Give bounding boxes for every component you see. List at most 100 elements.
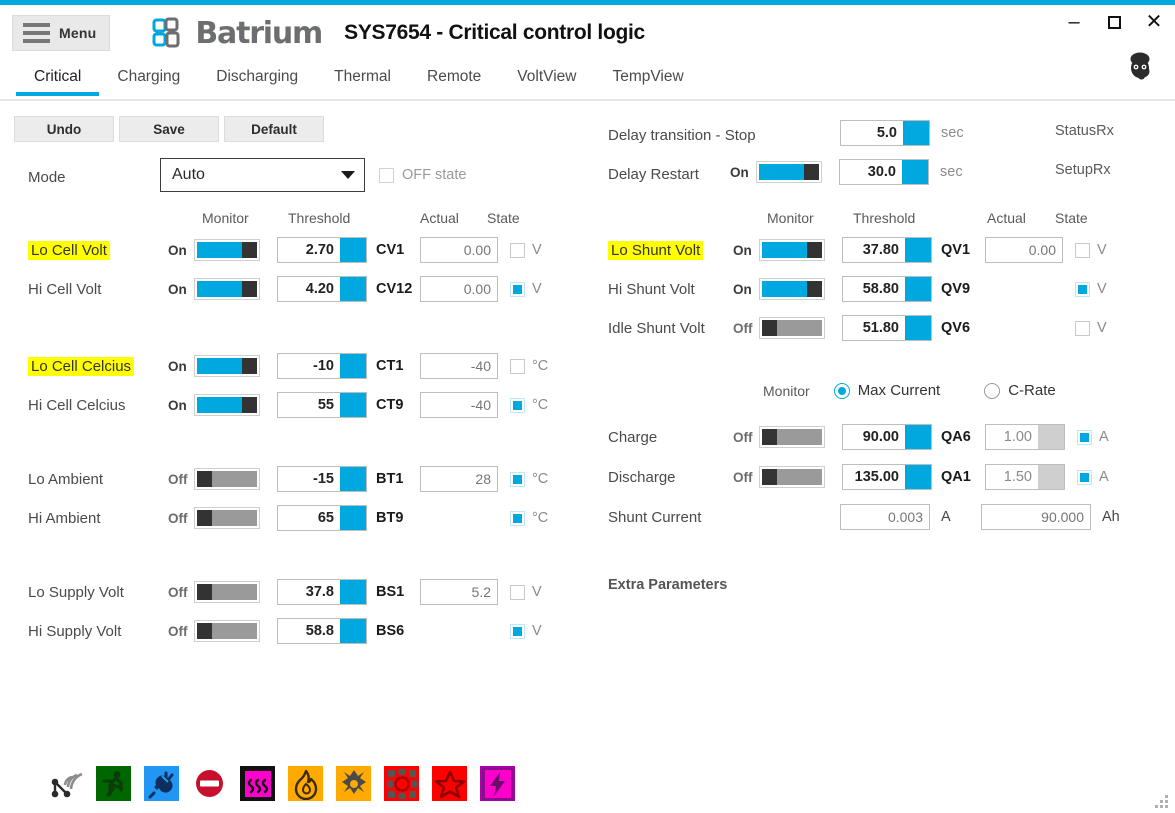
hamburger-icon (23, 23, 50, 43)
no-entry-icon[interactable] (192, 766, 227, 801)
tab-discharging[interactable]: Discharging (198, 61, 316, 96)
threshold-input[interactable]: -10 (277, 353, 367, 379)
spinner-icon[interactable] (905, 425, 931, 449)
monitor-toggle[interactable] (194, 468, 260, 490)
spinner-icon[interactable] (902, 160, 928, 184)
close-icon[interactable]: ✕ (1143, 11, 1165, 33)
spinner-icon[interactable] (905, 465, 931, 489)
snowflake-icon[interactable] (336, 766, 371, 801)
mode-dropdown[interactable]: Auto (160, 158, 365, 192)
menu-button[interactable]: Menu (12, 15, 111, 51)
threshold-input[interactable]: 51.80 (842, 315, 932, 341)
monitor-toggle[interactable] (194, 620, 260, 642)
row-lo-cell-celcius-controls: On -10 CT1 -40 °C (168, 351, 548, 381)
alarm-target-icon[interactable] (384, 766, 419, 801)
spinner-icon[interactable] (905, 238, 931, 262)
monitor-toggle[interactable] (194, 394, 260, 416)
spinner-icon[interactable] (903, 121, 929, 145)
save-button[interactable]: Save (119, 116, 219, 142)
row-label: Hi Supply Volt (28, 622, 122, 640)
radio-c-rate[interactable] (984, 382, 1001, 399)
monitor-toggle[interactable] (759, 426, 825, 448)
spinner-icon[interactable] (340, 580, 366, 604)
power-plug-icon[interactable] (144, 766, 179, 801)
resize-grip[interactable] (1155, 795, 1169, 809)
minimize-icon[interactable]: – (1063, 11, 1085, 33)
monitor-toggle[interactable] (759, 466, 825, 488)
spinner-icon[interactable] (1038, 465, 1064, 489)
spinner-icon[interactable] (340, 238, 366, 262)
tab-thermal[interactable]: Thermal (316, 61, 409, 96)
off-state-checkbox[interactable] (379, 167, 394, 183)
tab-critical[interactable]: Critical (16, 61, 100, 96)
threshold-input[interactable]: 55 (277, 392, 367, 418)
tab-charging[interactable]: Charging (99, 61, 198, 96)
spinner-icon[interactable] (905, 316, 931, 340)
threshold-input[interactable]: 90.00 (842, 424, 932, 450)
star-icon[interactable] (432, 766, 467, 801)
threshold-input[interactable]: 37.80 (842, 237, 932, 263)
actual-value: 0.00 (420, 276, 498, 302)
menu-button-label: Menu (59, 25, 97, 41)
flame-icon[interactable] (288, 766, 323, 801)
row-code: QA6 (941, 429, 971, 445)
spinner-icon[interactable] (905, 277, 931, 301)
tab-remote[interactable]: Remote (409, 61, 499, 96)
shunt-current-amps-unit: A (941, 509, 951, 525)
spinner-icon[interactable] (340, 393, 366, 417)
lightning-bolt-icon[interactable] (480, 766, 515, 801)
default-button[interactable]: Default (224, 116, 324, 142)
spinner-icon[interactable] (340, 354, 366, 378)
row-label: Hi Ambient (28, 509, 101, 527)
state-group: °C (510, 510, 548, 526)
running-person-icon[interactable] (96, 766, 131, 801)
spinner-icon[interactable] (340, 506, 366, 530)
monitor-toggle[interactable] (759, 278, 825, 300)
threshold-input[interactable]: 65 (277, 505, 367, 531)
threshold-input[interactable]: 135.00 (842, 464, 932, 490)
monitor-toggle[interactable] (194, 507, 260, 529)
spinner-icon[interactable] (340, 467, 366, 491)
spinner-icon[interactable] (340, 277, 366, 301)
spinner-icon[interactable] (340, 619, 366, 643)
spinner-icon[interactable] (1038, 425, 1064, 449)
monitor-toggle[interactable] (194, 278, 260, 300)
monitor-mode-group: Monitor Max Current C-Rate (763, 382, 1056, 399)
extra-parameters-title: Extra Parameters (608, 577, 728, 593)
state-checkbox (1075, 281, 1090, 297)
row-code: QV6 (941, 320, 971, 336)
tab-voltview[interactable]: VoltView (499, 61, 594, 96)
radio-c-rate-group[interactable]: C-Rate (984, 382, 1056, 399)
crate-input[interactable]: 1.50 (985, 464, 1065, 490)
threshold-input[interactable]: -15 (277, 466, 367, 492)
state-checkbox (510, 510, 525, 526)
radio-max-current-group[interactable]: Max Current (833, 382, 940, 399)
maximize-icon[interactable] (1103, 11, 1125, 33)
heat-waves-icon[interactable] (240, 766, 275, 801)
row-code: CV1 (376, 242, 405, 258)
threshold-input[interactable]: 37.8 (277, 579, 367, 605)
network-signal-icon[interactable] (48, 766, 83, 801)
tab-tempview[interactable]: TempView (594, 61, 701, 96)
threshold-input[interactable]: 58.8 (277, 618, 367, 644)
monitor-toggle[interactable] (194, 581, 260, 603)
crate-input[interactable]: 1.00 (985, 424, 1065, 450)
threshold-input[interactable]: 4.20 (277, 276, 367, 302)
delay-stop-input[interactable]: 5.0 (840, 120, 930, 146)
monitor-toggle[interactable] (759, 239, 825, 261)
off-state-checkbox-group[interactable]: OFF state (379, 167, 466, 183)
status-rx-label: StatusRx (1055, 123, 1114, 139)
row-delay-restart-controls: On 30.0 sec (730, 157, 963, 187)
monitor-toggle[interactable] (194, 355, 260, 377)
undo-button[interactable]: Undo (14, 116, 114, 142)
threshold-input[interactable]: 2.70 (277, 237, 367, 263)
radio-max-current[interactable] (833, 382, 850, 399)
header-threshold: Threshold (853, 210, 916, 226)
monitor-toggle[interactable] (759, 317, 825, 339)
monitor-state-text: Off (168, 471, 188, 487)
delay-restart-input[interactable]: 30.0 (839, 159, 929, 185)
monitor-toggle[interactable] (756, 161, 822, 183)
monitor-toggle[interactable] (194, 239, 260, 261)
threshold-input[interactable]: 58.80 (842, 276, 932, 302)
delay-stop-unit: sec (941, 125, 964, 141)
